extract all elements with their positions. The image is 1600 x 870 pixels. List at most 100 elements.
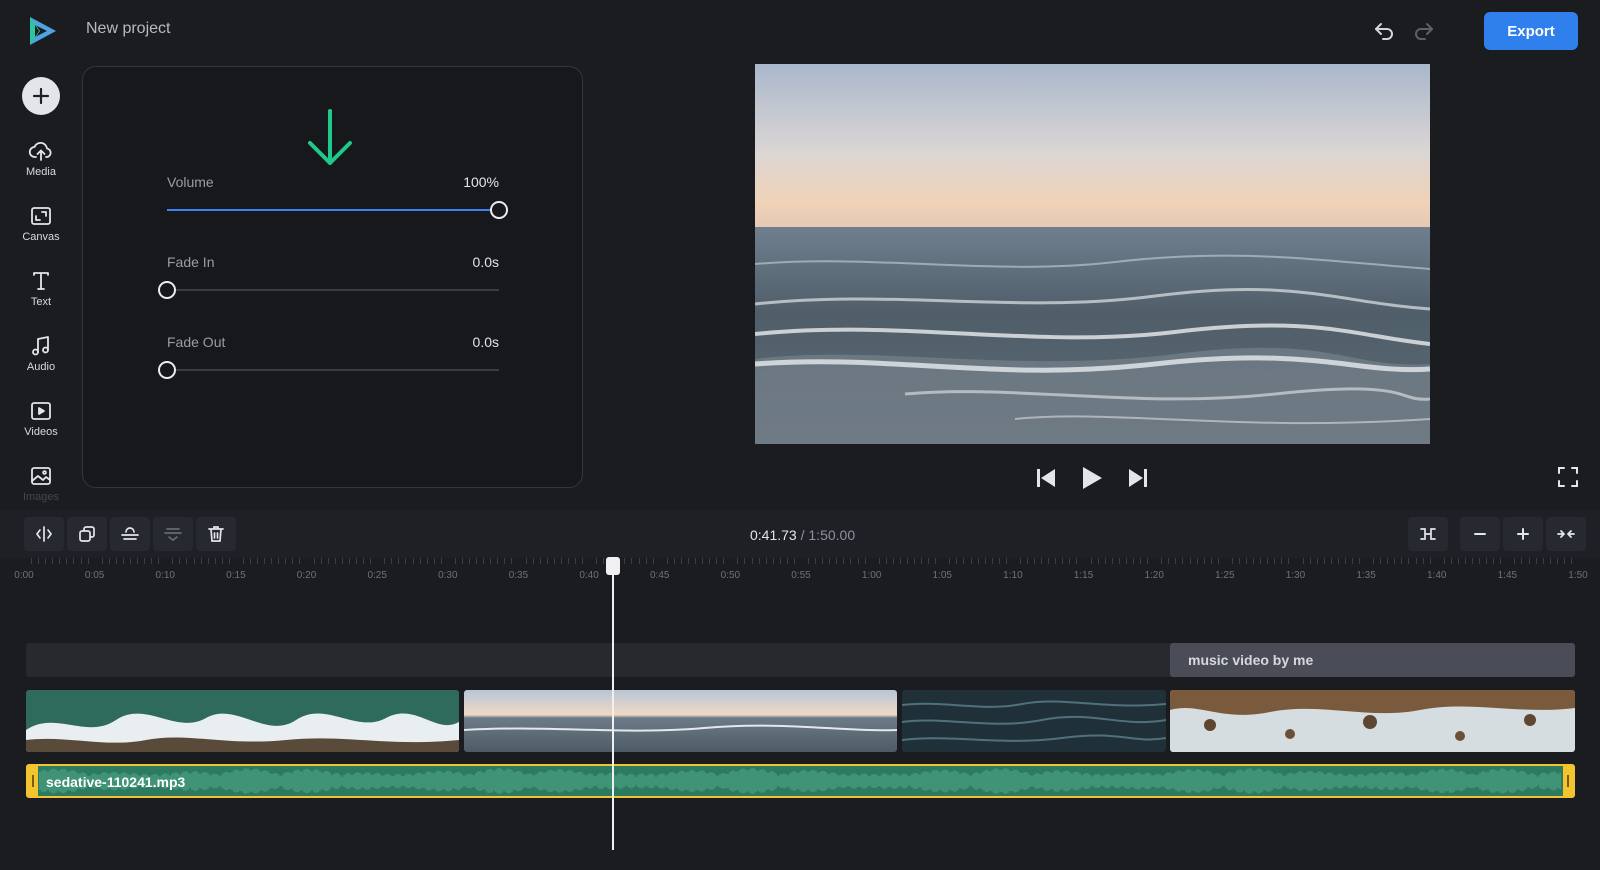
ruler-minor-tick [1415, 558, 1417, 564]
fade-in-label: Fade In [167, 254, 215, 270]
slider-handle[interactable] [490, 201, 508, 219]
skip-back-icon[interactable] [1032, 464, 1060, 492]
video-preview[interactable] [755, 64, 1430, 444]
ruler-minor-tick [574, 558, 576, 564]
ruler-tick-label: 1:20 [1144, 570, 1164, 581]
ruler-minor-tick [292, 558, 294, 564]
volume-value: 100% [463, 174, 499, 190]
timeline-toolbar: 0:41.73 / 1:50.00 [0, 510, 1600, 558]
ruler-minor-tick [511, 558, 513, 564]
sidebar-item-images[interactable]: Images [0, 463, 82, 508]
ruler-minor-tick [1203, 558, 1205, 564]
plus-icon [1517, 528, 1529, 540]
slider-handle[interactable] [158, 361, 176, 379]
audio-clip[interactable]: sedative-110241.mp3 [26, 764, 1575, 798]
fade-in-slider[interactable] [158, 280, 499, 300]
zoom-in-button[interactable] [1503, 517, 1543, 551]
export-button[interactable]: Export [1484, 12, 1578, 50]
slider-rail [167, 289, 499, 291]
video-clip[interactable] [1170, 690, 1575, 752]
volume-control: Volume 100% [167, 174, 508, 220]
video-clip[interactable] [26, 690, 459, 752]
ruler-minor-tick [490, 558, 492, 564]
time-display: 0:41.73 / 1:50.00 [750, 527, 855, 543]
ruler-minor-tick [1168, 558, 1170, 564]
ruler-minor-tick [80, 558, 82, 564]
merge-button[interactable] [153, 517, 193, 551]
slider-handle[interactable] [158, 281, 176, 299]
ruler-minor-tick [426, 558, 428, 564]
volume-slider[interactable] [167, 200, 508, 220]
video-clip[interactable] [464, 690, 897, 752]
fade-out-slider[interactable] [158, 360, 499, 380]
ruler-tick-label: 1:30 [1285, 570, 1306, 581]
ruler-minor-tick [1111, 558, 1113, 564]
audio-waveform [39, 768, 1561, 794]
undo-icon[interactable] [1372, 19, 1396, 43]
ruler-minor-tick [1175, 558, 1177, 564]
ruler-minor-tick [129, 558, 131, 564]
image-icon [31, 467, 51, 485]
timeline-ruler[interactable]: 0:00 0:05 0:10 0:15 0:20 0:25 0:30 0:35 0:40 0:45… [0, 558, 1600, 588]
ruler-minor-tick [1217, 558, 1219, 564]
ruler-minor-tick [751, 558, 753, 564]
ruler-minor-tick [843, 558, 845, 564]
ruler-minor-tick [850, 558, 852, 564]
ruler-tick-label: 0:25 [367, 570, 387, 581]
delete-button[interactable] [196, 517, 236, 551]
ruler-minor-tick [66, 558, 68, 564]
redo-icon[interactable] [1412, 19, 1436, 43]
ruler-minor-tick [793, 558, 795, 564]
video-clip[interactable] [902, 690, 1166, 752]
ruler-minor-tick [1140, 558, 1142, 564]
ruler-minor-tick [1090, 558, 1092, 564]
playhead[interactable] [612, 560, 614, 850]
sidebar-item-canvas[interactable]: Canvas [0, 203, 82, 263]
ruler-minor-tick [1274, 558, 1276, 564]
clip-thumbnails [902, 690, 1166, 752]
ruler-minor-tick [864, 558, 866, 564]
ruler-minor-tick [687, 558, 689, 564]
trim-end-handle[interactable] [1563, 766, 1573, 796]
ruler-minor-tick [504, 558, 506, 564]
fit-timeline-button[interactable] [1408, 517, 1448, 551]
ruler-tick-label: 0:15 [226, 570, 246, 581]
ruler-tick-label: 1:15 [1073, 570, 1094, 581]
duplicate-button[interactable] [67, 517, 107, 551]
detach-audio-button[interactable] [110, 517, 150, 551]
ruler-minor-tick [101, 558, 103, 564]
ruler-minor-tick [264, 558, 266, 564]
playhead-handle[interactable] [606, 557, 620, 575]
ruler-minor-tick [1231, 558, 1233, 564]
ruler-minor-tick [1443, 558, 1445, 564]
add-button[interactable] [22, 77, 60, 115]
project-title[interactable]: New project [86, 20, 170, 38]
sidebar-item-text[interactable]: Text [0, 268, 82, 328]
ruler-minor-tick [949, 558, 951, 564]
sidebar-item-media[interactable]: Media [0, 138, 82, 198]
ruler-minor-tick [1048, 558, 1050, 564]
sidebar-item-audio[interactable]: Audio [0, 333, 82, 393]
ruler-minor-tick [115, 558, 117, 564]
ruler-minor-tick [1493, 558, 1495, 564]
clip-thumbnails [26, 690, 459, 752]
zoom-out-button[interactable] [1460, 517, 1500, 551]
text-clip[interactable]: music video by me [1170, 643, 1575, 677]
ruler-minor-tick [1556, 558, 1558, 564]
sidebar-item-videos[interactable]: Videos [0, 398, 82, 458]
collapse-button[interactable] [1546, 517, 1586, 551]
ruler-minor-tick [1189, 558, 1191, 564]
ruler-minor-tick [603, 558, 605, 564]
ruler-minor-tick [285, 558, 287, 564]
ruler-tick-label: 0:10 [155, 570, 175, 581]
audio-clip-name: sedative-110241.mp3 [46, 774, 186, 790]
play-icon[interactable] [1077, 464, 1105, 492]
ruler-minor-tick [1373, 558, 1375, 564]
split-button[interactable] [24, 517, 64, 551]
ruler-minor-tick [1514, 558, 1516, 564]
skip-forward-icon[interactable] [1124, 464, 1152, 492]
ruler-minor-tick [1359, 558, 1361, 564]
trim-start-handle[interactable] [28, 766, 38, 796]
fullscreen-icon[interactable] [1556, 465, 1580, 489]
total-time: 1:50.00 [808, 527, 856, 543]
